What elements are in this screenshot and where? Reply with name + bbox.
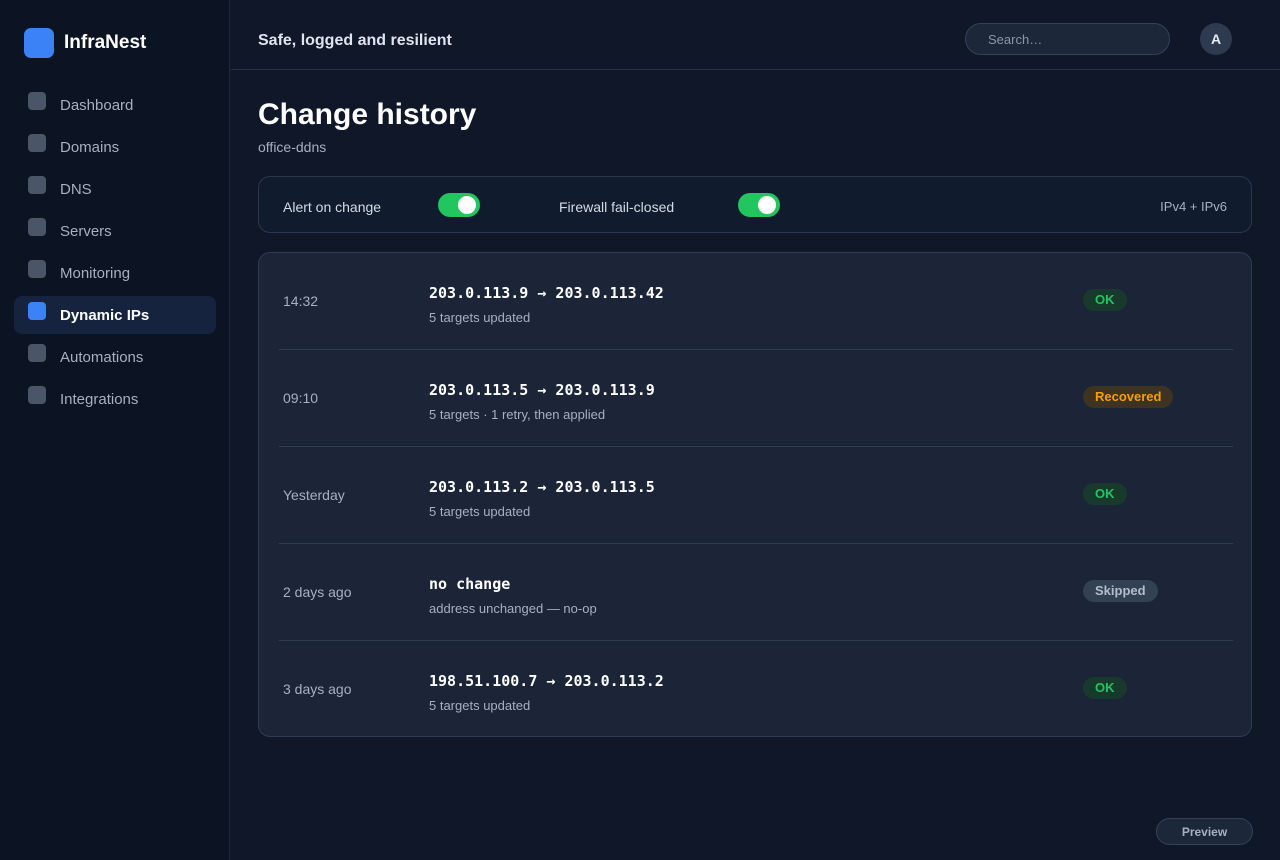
history-detail: 5 targets updated (429, 698, 531, 713)
firewall-fail-closed-toggle[interactable] (738, 193, 780, 217)
history-row[interactable]: 2 days ago no change address unchanged —… (279, 544, 1233, 641)
sidebar-item-domains[interactable]: Domains (14, 128, 216, 166)
top-header: Safe, logged and resilient A (231, 0, 1280, 70)
history-change: 203.0.113.9 → 203.0.113.42 (429, 284, 664, 302)
sidebar-item-integrations[interactable]: Integrations (14, 380, 216, 418)
change-history-list: 14:32 203.0.113.9 → 203.0.113.42 5 targe… (258, 252, 1252, 737)
status-badge: OK (1083, 289, 1127, 311)
page-subtitle: office-ddns (258, 139, 327, 155)
history-detail: 5 targets · 1 retry, then applied (429, 407, 606, 422)
history-row[interactable]: 14:32 203.0.113.9 → 203.0.113.42 5 targe… (279, 253, 1233, 350)
history-time: 14:32 (283, 293, 319, 309)
alert-on-change-label: Alert on change (283, 199, 382, 215)
history-time: Yesterday (283, 487, 345, 503)
history-detail: address unchanged — no-op (429, 601, 597, 616)
preview-button[interactable]: Preview (1156, 818, 1253, 845)
brand-name: InfraNest (64, 32, 147, 53)
history-change: 198.51.100.7 → 203.0.113.2 (429, 672, 664, 690)
history-detail: 5 targets updated (429, 504, 531, 519)
history-time: 2 days ago (283, 584, 352, 600)
sidebar-item-label: Servers (60, 222, 112, 240)
history-row[interactable]: 3 days ago 198.51.100.7 → 203.0.113.2 5 … (279, 641, 1233, 738)
sidebar-item-label: DNS (60, 180, 92, 198)
sidebar-item-label: Automations (60, 348, 144, 366)
history-change: 203.0.113.2 → 203.0.113.5 (429, 478, 655, 496)
sidebar-item-dynamic-ips[interactable]: Dynamic IPs (14, 296, 216, 334)
domains-icon (28, 134, 46, 152)
servers-icon (28, 218, 46, 236)
integrations-icon (28, 386, 46, 404)
page-title: Change history (258, 98, 477, 131)
sidebar-item-dashboard[interactable]: Dashboard (14, 86, 216, 124)
dashboard-icon (28, 92, 46, 110)
search-input[interactable] (965, 23, 1170, 55)
sidebar-item-label: Domains (60, 138, 120, 156)
history-time: 3 days ago (283, 681, 352, 697)
automations-icon (28, 344, 46, 362)
settings-bar: Alert on change Firewall fail-closed IPv… (258, 176, 1252, 233)
toggle-knob (458, 196, 476, 214)
sidebar-item-automations[interactable]: Automations (14, 338, 216, 376)
dynamic-ips-icon (28, 302, 46, 320)
history-detail: 5 targets updated (429, 310, 531, 325)
status-badge: Recovered (1083, 386, 1174, 408)
history-row[interactable]: Yesterday 203.0.113.2 → 203.0.113.5 5 ta… (279, 447, 1233, 544)
history-change: 203.0.113.5 → 203.0.113.9 (429, 381, 655, 399)
sidebar-item-label: Monitoring (60, 264, 131, 282)
sidebar-item-servers[interactable]: Servers (14, 212, 216, 250)
sidebar: InfraNest Dashboard Domains DNS Servers … (0, 0, 230, 860)
header-tagline: Safe, logged and resilient (258, 32, 452, 49)
brand-logo-icon (24, 28, 54, 58)
brand[interactable]: InfraNest (24, 28, 146, 58)
toggle-knob (758, 196, 776, 214)
alert-on-change-toggle[interactable] (438, 193, 480, 217)
status-badge: OK (1083, 483, 1127, 505)
sidebar-item-dns[interactable]: DNS (14, 170, 216, 208)
history-time: 09:10 (283, 390, 319, 406)
history-row[interactable]: 09:10 203.0.113.5 → 203.0.113.9 5 target… (279, 350, 1233, 447)
sidebar-item-monitoring[interactable]: Monitoring (14, 254, 216, 292)
sidebar-item-label: Dynamic IPs (60, 306, 150, 324)
dns-icon (28, 176, 46, 194)
sidebar-item-label: Dashboard (60, 96, 134, 114)
sidebar-item-label: Integrations (60, 390, 139, 408)
sidebar-nav: Dashboard Domains DNS Servers Monitoring… (14, 86, 216, 422)
firewall-fail-closed-label: Firewall fail-closed (559, 199, 675, 215)
status-badge: OK (1083, 677, 1127, 699)
history-change: no change (429, 575, 511, 593)
avatar[interactable]: A (1200, 23, 1232, 55)
ip-mode-label: IPv4 + IPv6 (1160, 199, 1227, 214)
status-badge: Skipped (1083, 580, 1158, 602)
monitoring-icon (28, 260, 46, 278)
